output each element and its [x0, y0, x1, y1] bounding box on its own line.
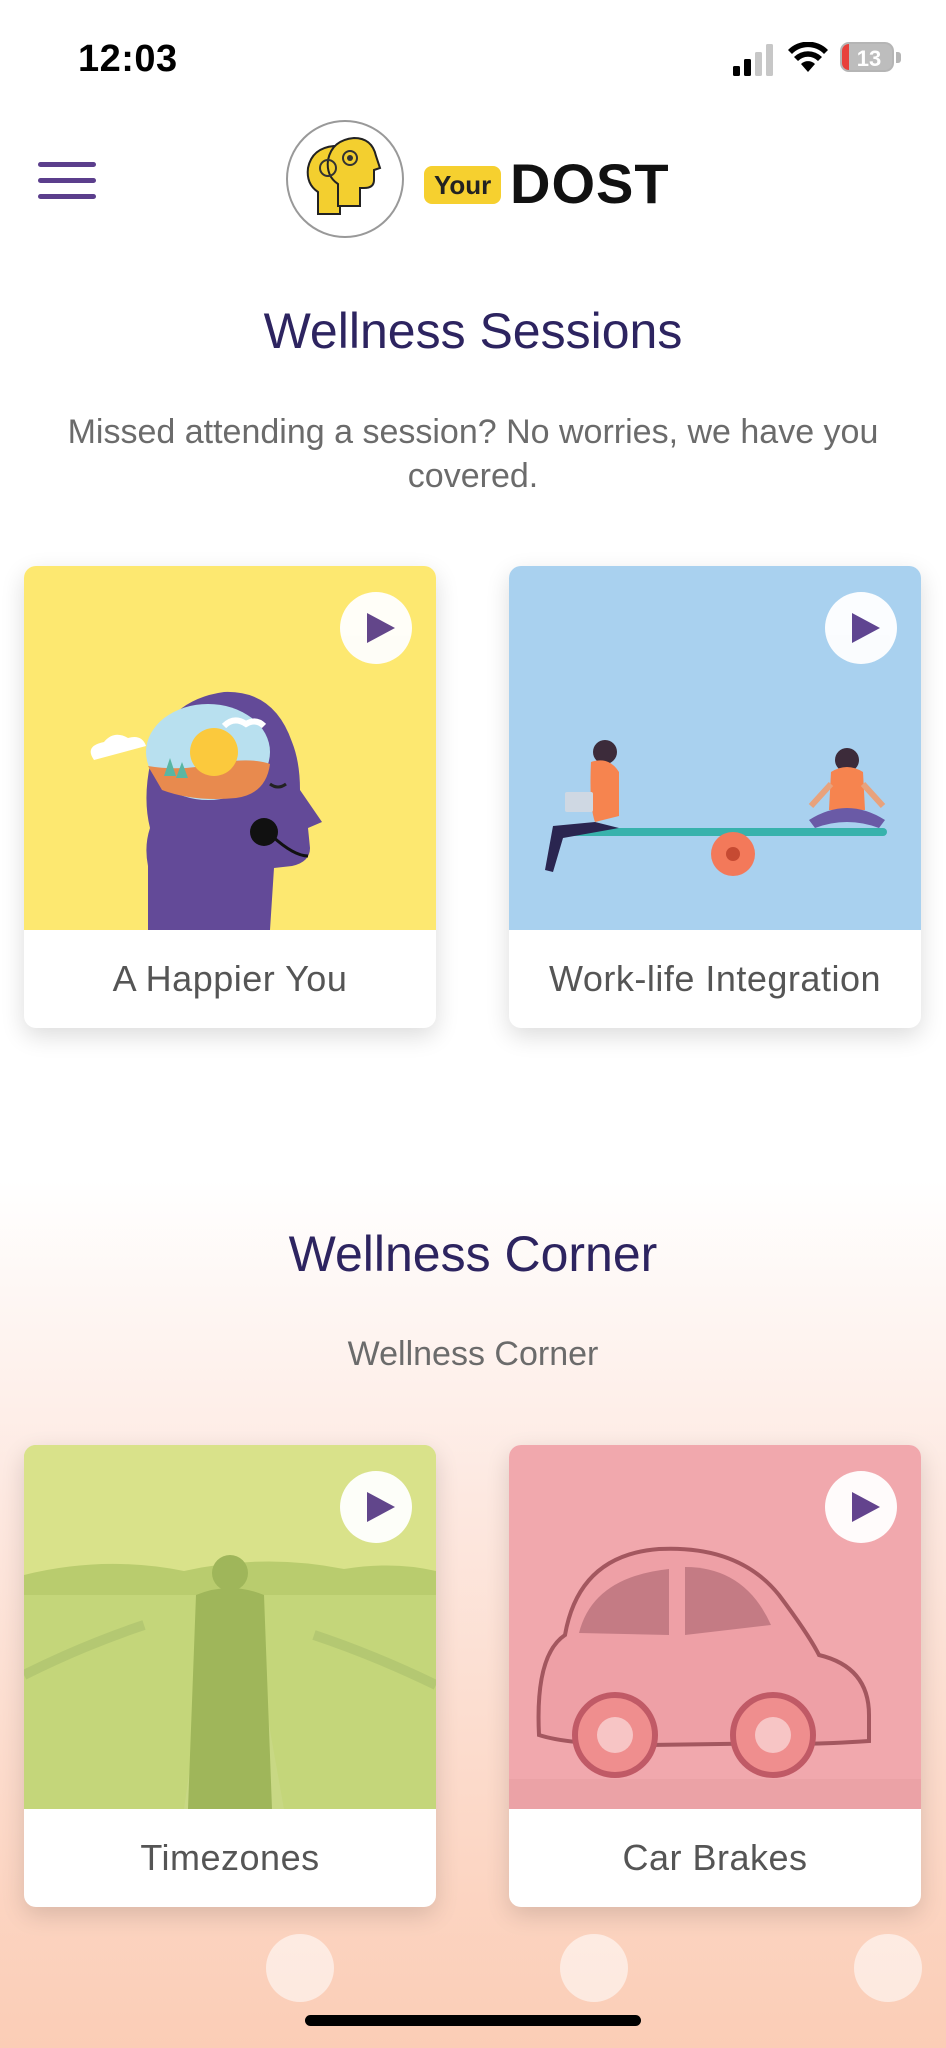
corner-card-label: Car Brakes — [622, 1837, 808, 1878]
home-indicator[interactable] — [305, 2015, 641, 2026]
session-card-work-life[interactable]: Work-life Integration — [509, 566, 921, 1028]
logo-heads-icon — [286, 120, 404, 238]
hamburger-menu-icon[interactable] — [38, 160, 96, 202]
status-bar: 12:03 13 — [0, 0, 946, 120]
battery-level: 13 — [856, 46, 882, 71]
corner-card-timezones[interactable]: Timezones — [24, 1445, 436, 1907]
happier-you-illustration — [24, 566, 436, 930]
session-card-label: Work-life Integration — [549, 958, 881, 999]
play-icon[interactable] — [825, 1471, 897, 1543]
logo-your-text: Your — [424, 166, 502, 204]
work-life-illustration — [509, 566, 921, 930]
timezones-image — [24, 1445, 436, 1809]
app-header: Your DOST — [0, 110, 946, 250]
status-time: 12:03 — [78, 38, 178, 80]
corner-title: Wellness Corner — [288, 1226, 658, 1282]
session-card-happier-you[interactable]: A Happier You — [24, 566, 436, 1028]
car-brakes-image — [509, 1445, 921, 1809]
corner-card-label: Timezones — [140, 1837, 320, 1878]
sessions-title: Wellness Sessions — [263, 303, 683, 359]
play-icon[interactable] — [340, 592, 412, 664]
wifi-icon — [788, 42, 828, 72]
sessions-subtitle: Missed attending a session? No worries, … — [67, 413, 879, 495]
decorative-bubble — [266, 1934, 334, 2002]
corner-card-car-brakes[interactable]: Car Brakes — [509, 1445, 921, 1907]
yourdost-logo: Your DOST — [286, 120, 669, 244]
corner-subtitle: Wellness Corner — [347, 1335, 599, 1373]
decorative-bubble — [560, 1934, 628, 2002]
cellular-signal-icon — [733, 44, 773, 76]
logo-dost-text: DOST — [510, 152, 670, 215]
play-icon[interactable] — [825, 592, 897, 664]
decorative-bubble — [854, 1934, 922, 2002]
session-card-label: A Happier You — [112, 958, 348, 999]
battery-icon: 13 — [840, 42, 902, 74]
play-icon[interactable] — [340, 1471, 412, 1543]
